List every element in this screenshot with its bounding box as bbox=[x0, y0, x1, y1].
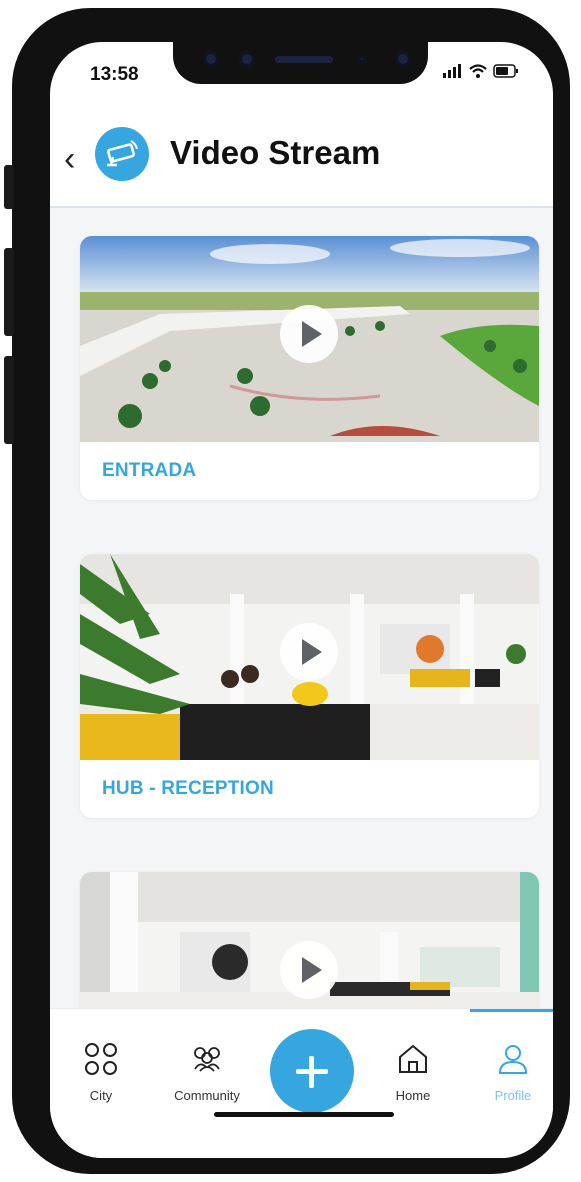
bottom-tab-bar: City Community Home Profile bbox=[50, 1008, 553, 1158]
status-icons bbox=[443, 64, 519, 78]
silent-switch bbox=[4, 165, 14, 209]
tab-profile[interactable]: Profile bbox=[468, 1041, 553, 1103]
security-camera-icon bbox=[95, 127, 149, 181]
house-icon bbox=[399, 1044, 427, 1073]
tab-community[interactable]: Community bbox=[162, 1041, 252, 1103]
speaker bbox=[275, 56, 333, 63]
play-icon[interactable] bbox=[280, 623, 338, 681]
signal-icon bbox=[443, 64, 461, 78]
volume-up-button bbox=[4, 248, 14, 336]
tab-home[interactable]: Home bbox=[368, 1041, 458, 1103]
stream-title: HUB - RECEPTION bbox=[102, 778, 274, 799]
stream-card[interactable]: HUB - RECEPTION bbox=[80, 554, 539, 818]
wifi-icon bbox=[469, 64, 487, 78]
stream-thumbnail[interactable] bbox=[80, 554, 539, 760]
tab-label: Profile bbox=[494, 1088, 532, 1103]
notch bbox=[173, 42, 428, 84]
home-indicator[interactable] bbox=[214, 1112, 394, 1117]
page-title: Video Stream bbox=[170, 134, 381, 171]
status-time: 13:58 bbox=[90, 64, 139, 85]
stream-thumbnail[interactable] bbox=[80, 236, 539, 442]
phone-frame: 13:58 ‹ Video Stream ENTRADA HUB - RECEP… bbox=[12, 8, 570, 1174]
people-icon bbox=[194, 1047, 220, 1072]
add-button[interactable] bbox=[270, 1029, 354, 1113]
sensor-icon bbox=[358, 55, 366, 63]
stream-list: ENTRADA HUB - RECEPTION bbox=[50, 208, 553, 1008]
stream-card[interactable] bbox=[80, 872, 539, 1008]
tab-label: Community bbox=[174, 1088, 240, 1103]
play-icon[interactable] bbox=[280, 305, 338, 363]
grid-circles-icon bbox=[85, 1043, 117, 1075]
stream-card[interactable]: ENTRADA bbox=[80, 236, 539, 500]
tab-label: City bbox=[89, 1088, 113, 1103]
user-icon bbox=[498, 1045, 528, 1074]
stream-title: ENTRADA bbox=[102, 460, 197, 481]
header: ‹ Video Stream bbox=[50, 104, 553, 214]
screen: 13:58 ‹ Video Stream ENTRADA HUB - RECEP… bbox=[50, 42, 553, 1158]
tab-city[interactable]: City bbox=[56, 1041, 146, 1103]
sensor-icon bbox=[203, 51, 219, 67]
battery-icon bbox=[493, 64, 518, 78]
stream-thumbnail[interactable] bbox=[80, 872, 539, 1008]
sensor-icon bbox=[239, 51, 255, 67]
front-camera-icon bbox=[395, 51, 411, 67]
active-tab-indicator bbox=[470, 1009, 553, 1012]
back-icon[interactable]: ‹ bbox=[64, 142, 75, 176]
tab-label: Home bbox=[395, 1088, 431, 1103]
volume-down-button bbox=[4, 356, 14, 444]
play-icon[interactable] bbox=[280, 941, 338, 999]
